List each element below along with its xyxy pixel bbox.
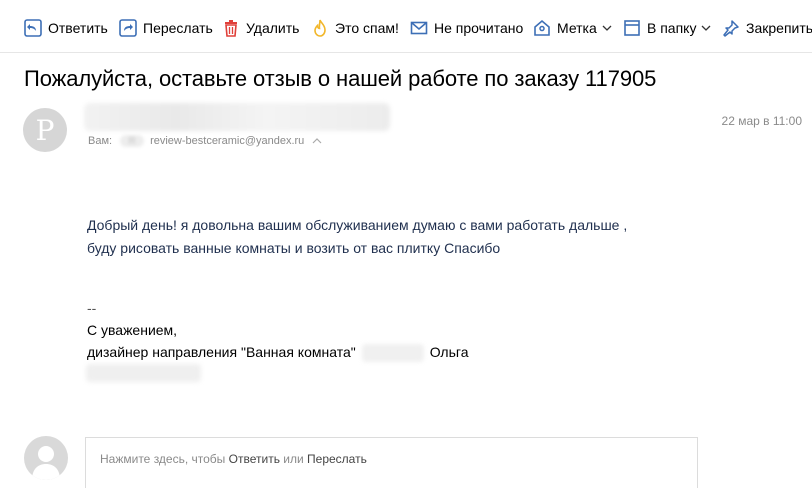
message-toolbar: Ответить Переслать Удалить Это спам! Не … (0, 0, 812, 53)
sender-avatar[interactable]: Р (23, 108, 67, 152)
signature-title: дизайнер направления "Ванная комната" (87, 344, 356, 360)
signature-regards: С уважением, (87, 322, 178, 338)
chevron-down-icon (602, 25, 612, 31)
trash-icon (225, 20, 237, 37)
body-line: буду рисовать ванные комнаты и возить от… (87, 240, 501, 256)
message-date: 22 мар в 11:00 (721, 114, 802, 128)
sender-avatar-letter: Р (35, 113, 55, 147)
folder-icon (624, 20, 640, 36)
unread-label: Не прочитано (434, 20, 524, 36)
reply-icon (24, 19, 42, 37)
user-avatar (24, 436, 68, 480)
recipient-avatar: R (120, 135, 145, 147)
reply-hint-text: Нажмите здесь, чтобы (100, 452, 229, 466)
forward-button[interactable]: Переслать (119, 17, 213, 39)
pin-icon (723, 20, 739, 37)
chevron-up-icon[interactable] (312, 136, 322, 146)
to-label: Вам: (88, 135, 113, 147)
signature-name: Ольга (429, 344, 469, 360)
label-text: Метка (557, 20, 597, 36)
quick-reply-link[interactable]: Ответить (229, 452, 280, 466)
forward-label: Переслать (143, 20, 213, 36)
forward-icon (119, 19, 137, 37)
signature-title-line: дизайнер направления "Ванная комната" Оль… (87, 341, 468, 363)
chevron-down-icon (702, 25, 711, 31)
spam-button[interactable]: Это спам! (311, 17, 399, 39)
mark-unread-button[interactable]: Не прочитано (410, 17, 523, 39)
recipient-email[interactable]: review-bestceramic@yandex.ru (150, 135, 304, 147)
quick-reply-box[interactable]: Нажмите здесь, чтобы Ответить или Пересл… (85, 437, 698, 488)
redacted-text (361, 344, 424, 363)
move-to-folder-dropdown[interactable]: В папку (623, 17, 711, 39)
label-dropdown[interactable]: Метка (533, 17, 612, 39)
sender-name-redacted (84, 103, 390, 131)
spam-label: Это спам! (335, 20, 399, 36)
tag-icon (534, 19, 550, 36)
message-subject: Пожалуйста, оставьте отзыв о нашей работ… (24, 66, 657, 91)
body-line: Добрый день! я довольна вашим обслуживан… (87, 217, 628, 233)
reply-button[interactable]: Ответить (24, 17, 108, 39)
recipient-avatar-letter: R (128, 135, 136, 147)
person-icon (32, 446, 60, 480)
quick-reply-hint: Нажмите здесь, чтобы Ответить или Пересл… (100, 452, 367, 466)
redacted-contact (86, 364, 201, 382)
signature-separator: -- (87, 300, 97, 316)
delete-label: Удалить (246, 20, 300, 36)
signature: -- С уважением, дизайнер направления "Ва… (87, 297, 468, 363)
flame-icon (314, 19, 326, 37)
quick-forward-link[interactable]: Переслать (307, 452, 367, 466)
pin-label: Закрепить (746, 20, 812, 36)
message-body: Добрый день! я довольна вашим обслуживан… (87, 214, 627, 260)
reply-label: Ответить (48, 20, 108, 36)
recipient-line: Вам: R review-bestceramic@yandex.ru (88, 135, 322, 147)
envelope-icon (410, 21, 428, 35)
delete-button[interactable]: Удалить (222, 17, 299, 39)
reply-hint-or: или (279, 452, 308, 466)
to-folder-text: В папку (647, 20, 697, 36)
pin-button[interactable]: Закрепить (722, 17, 812, 39)
